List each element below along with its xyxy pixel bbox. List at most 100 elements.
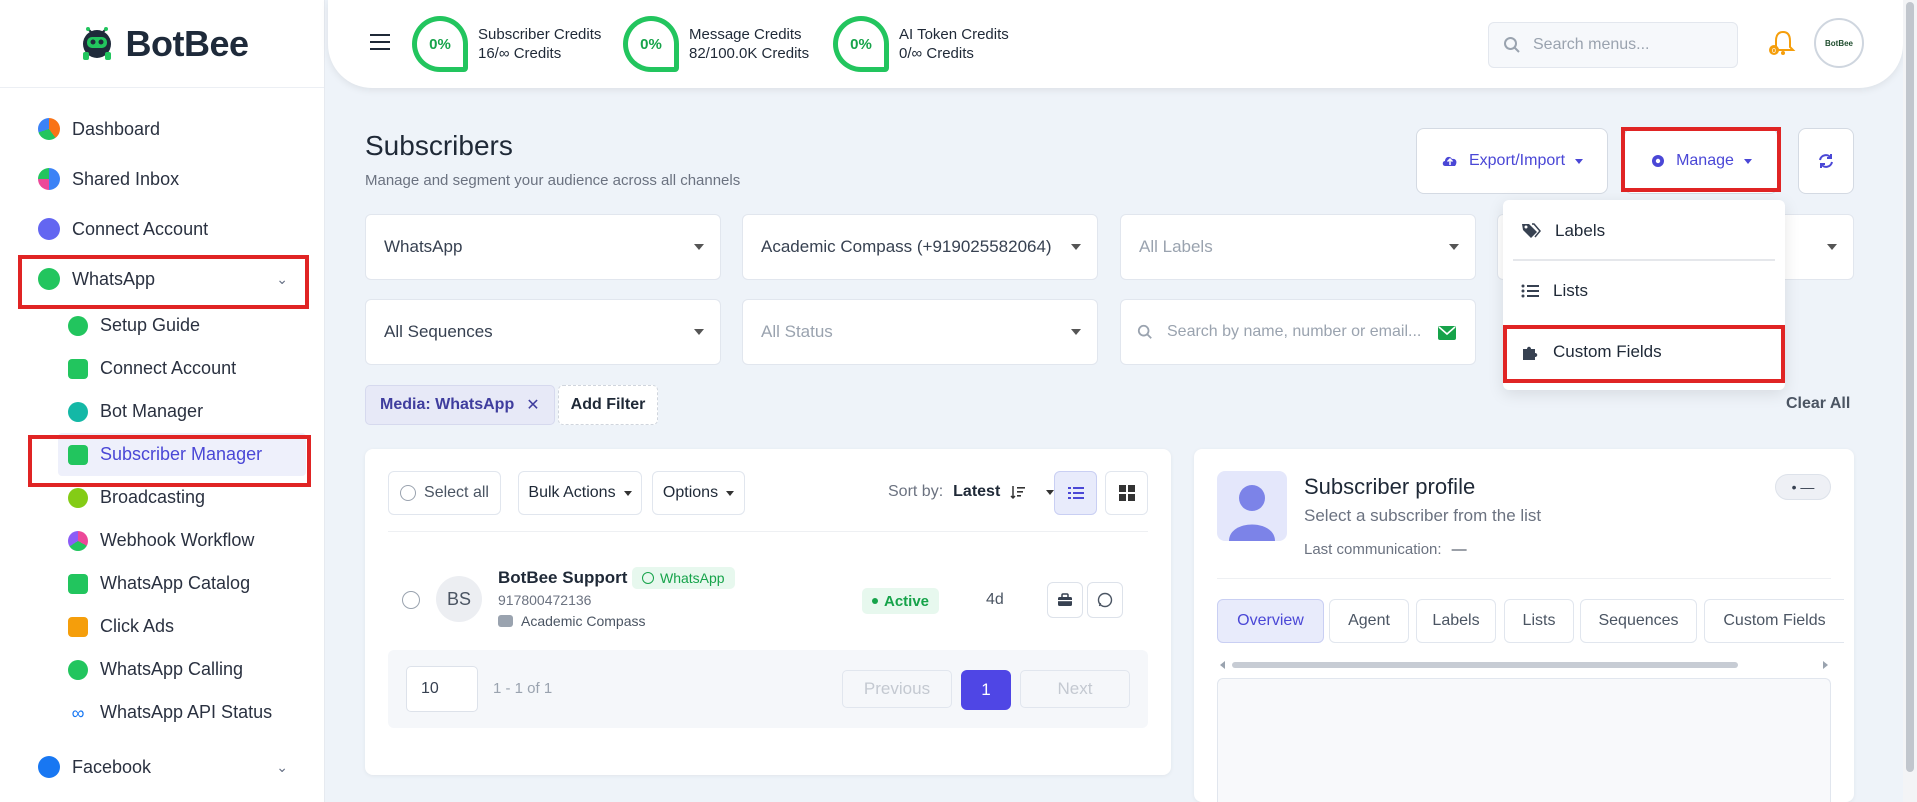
menu-item-lists[interactable]: Lists	[1503, 263, 1785, 319]
tab-sequences[interactable]: Sequences	[1580, 599, 1697, 643]
credit-gauge: 0%	[412, 16, 468, 72]
sidebar-item-whatsapp-calling[interactable]: WhatsApp Calling	[0, 648, 324, 691]
channel-badge: WhatsApp	[632, 567, 735, 589]
tab-custom-fields[interactable]: Custom Fields	[1704, 599, 1844, 643]
options-button[interactable]: Options	[652, 471, 745, 515]
highlight-subscriber-manager	[28, 435, 311, 487]
menu-item-labels[interactable]: Labels	[1503, 203, 1785, 259]
options-label: Options	[662, 484, 719, 501]
labels-select[interactable]: All Labels	[1120, 214, 1476, 280]
phone-icon	[68, 659, 88, 680]
scroll-right-icon[interactable]	[1823, 661, 1828, 669]
tab-lists[interactable]: Lists	[1504, 599, 1574, 643]
sidebar: BotBee Dashboard Shared Inbox Connect Ac…	[0, 0, 325, 802]
sidebar-item-shared-inbox[interactable]: Shared Inbox	[0, 154, 324, 204]
page-scroll-thumb[interactable]	[1906, 2, 1914, 772]
bot-icon	[68, 401, 88, 422]
page-title: Subscribers	[365, 130, 513, 161]
dashboard-icon	[38, 118, 60, 140]
refresh-button[interactable]	[1798, 128, 1854, 194]
sidebar-item-webhook-workflow[interactable]: Webhook Workflow	[0, 519, 324, 562]
whatsapp-icon	[642, 572, 654, 584]
whatsapp-chat-button[interactable]	[1087, 582, 1123, 618]
channel-select-value: WhatsApp	[384, 237, 463, 256]
sort-control[interactable]: Sort by: Latest	[888, 483, 1055, 501]
status-select[interactable]: All Status	[742, 299, 1098, 365]
sequences-select[interactable]: All Sequences	[365, 299, 721, 365]
bulk-actions-button[interactable]: Bulk Actions	[518, 471, 642, 515]
sidebar-item-dashboard[interactable]: Dashboard	[0, 104, 324, 154]
select-all-label: Select all	[424, 484, 489, 501]
account-select[interactable]: Academic Compass (+919025582064)	[742, 214, 1098, 280]
shopping-bag-icon	[68, 573, 88, 594]
sidebar-item-facebook[interactable]: Facebook ⌄	[0, 742, 324, 792]
sidebar-item-label: Click Ads	[100, 616, 175, 636]
sidebar-item-whatsapp-api-status[interactable]: ∞ WhatsApp API Status	[0, 691, 324, 734]
page-button-1[interactable]: 1	[961, 670, 1011, 710]
export-import-button[interactable]: Export/Import	[1416, 128, 1608, 194]
add-filter-button[interactable]: Add Filter	[558, 385, 658, 425]
profile-status-badge: • —	[1775, 474, 1831, 500]
brand-logo[interactable]: BotBee	[0, 0, 324, 88]
tab-overview[interactable]: Overview	[1217, 599, 1324, 643]
radio-icon	[400, 485, 417, 501]
sidebar-item-label: Facebook	[72, 756, 152, 777]
sidebar-item-connect-account[interactable]: Connect Account	[0, 204, 324, 254]
channel-badge-label: WhatsApp	[660, 570, 725, 586]
ads-icon	[68, 616, 88, 637]
subscriber-name[interactable]: BotBee Support	[498, 568, 627, 588]
credit-title: Message Credits	[689, 26, 802, 43]
sidebar-item-bot-manager[interactable]: Bot Manager	[0, 390, 324, 433]
highlight-manage-button	[1621, 127, 1781, 192]
status-select-value: All Status	[761, 322, 833, 341]
row-checkbox[interactable]	[402, 591, 420, 609]
sidebar-item-label: Broadcasting	[100, 487, 206, 507]
page-size-input[interactable]: 10	[406, 666, 478, 712]
page-range: 1 - 1 of 1	[493, 680, 553, 697]
search-icon	[1504, 37, 1520, 53]
channel-select[interactable]: WhatsApp	[365, 214, 721, 280]
next-button[interactable]: Next	[1020, 670, 1130, 708]
brand-name: BotBee	[125, 22, 249, 64]
highlight-whatsapp	[18, 255, 309, 309]
tabs-scrollbar[interactable]	[1220, 661, 1828, 669]
caret-down-icon	[623, 490, 632, 496]
sidebar-item-setup-guide[interactable]: Setup Guide	[0, 304, 324, 347]
sort-desc-icon	[1010, 486, 1026, 500]
tab-agent[interactable]: Agent	[1329, 599, 1409, 643]
scroll-left-icon[interactable]	[1220, 661, 1225, 669]
ai-token-credits: 0% AI Token Credits 0/∞ Credits	[833, 16, 1009, 72]
clear-all-link[interactable]: Clear All	[1786, 395, 1850, 413]
grid-view-button[interactable]	[1105, 471, 1148, 515]
last-comm-label: Last communication:	[1304, 541, 1442, 558]
select-all-checkbox[interactable]: Select all	[388, 471, 501, 515]
scroll-thumb[interactable]	[1232, 662, 1738, 668]
whatsapp-business-icon	[68, 358, 88, 379]
profile-avatar	[1217, 471, 1287, 541]
sidebar-item-label: Shared Inbox	[72, 168, 180, 189]
sort-value: Latest	[953, 483, 1001, 500]
credit-title: Subscriber Credits	[478, 26, 602, 43]
list-view-button[interactable]	[1054, 471, 1097, 515]
menu-icon[interactable]	[370, 34, 390, 55]
menu-search-input[interactable]: Search menus...	[1488, 22, 1738, 68]
tab-labels[interactable]: Labels	[1416, 599, 1496, 643]
sidebar-item-connect-account-wa[interactable]: Connect Account	[0, 347, 324, 390]
briefcase-button[interactable]	[1047, 582, 1083, 618]
refresh-icon	[1819, 154, 1833, 168]
divider	[1217, 578, 1831, 579]
email-icon[interactable]	[1437, 324, 1457, 342]
previous-button[interactable]: Previous	[842, 670, 952, 708]
search-placeholder: Search menus...	[1533, 36, 1650, 53]
divider	[388, 531, 1148, 532]
close-icon[interactable]: ✕	[526, 395, 539, 415]
sidebar-item-click-ads[interactable]: Click Ads	[0, 605, 324, 648]
avatar[interactable]: BotBee	[1814, 18, 1864, 68]
subscriber-search-input[interactable]: Search by name, number or email...	[1120, 299, 1476, 365]
sidebar-item-whatsapp-catalog[interactable]: WhatsApp Catalog	[0, 562, 324, 605]
inbox-icon	[38, 168, 60, 190]
export-import-label: Export/Import	[1468, 152, 1566, 169]
page-scrollbar[interactable]	[1903, 0, 1917, 802]
bell-icon[interactable]: 0	[1768, 28, 1798, 58]
filter-chip[interactable]: Media: WhatsApp ✕	[365, 385, 555, 425]
